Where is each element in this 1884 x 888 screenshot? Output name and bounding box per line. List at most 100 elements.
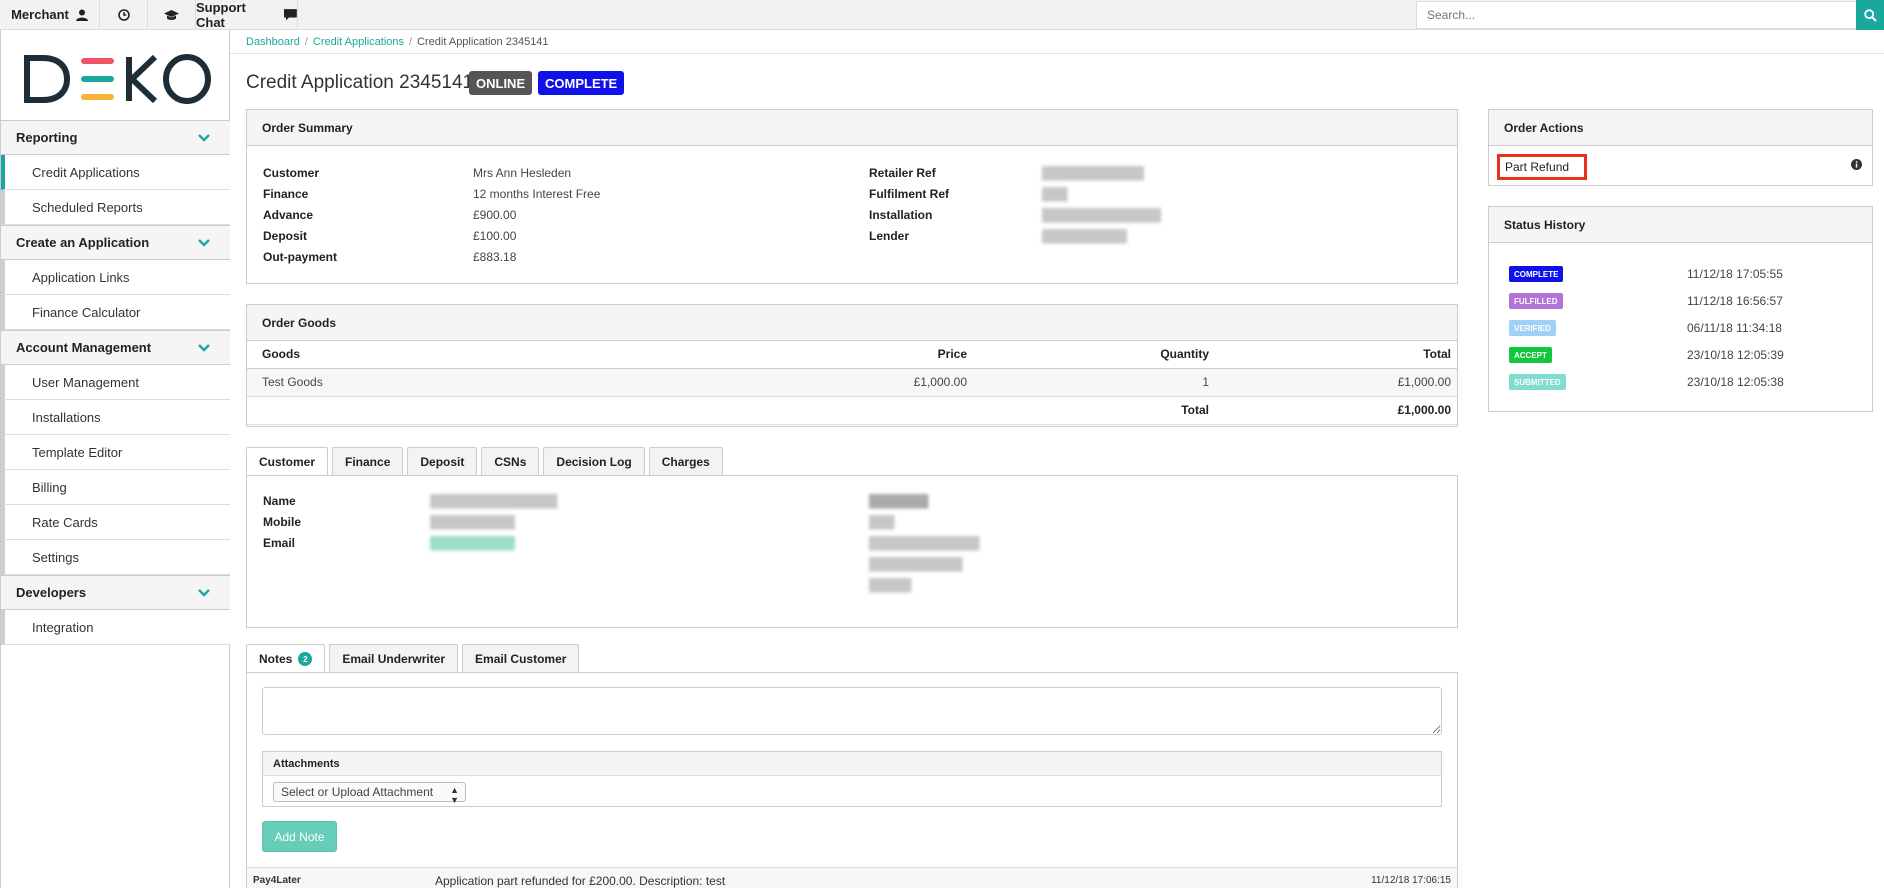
summary-label-installation: Installation [869, 208, 933, 222]
note-text: Application part refunded for £200.00. D… [435, 874, 726, 888]
breadcrumb-credit-applications[interactable]: Credit Applications [313, 36, 404, 48]
tab-decision-log[interactable]: Decision Log [543, 447, 645, 475]
address-line-redacted: ███ [869, 515, 895, 529]
sidebar-group-reporting[interactable]: Reporting [1, 120, 230, 155]
sidebar-group-create-application[interactable]: Create an Application [1, 225, 230, 260]
sidebar-item-billing[interactable]: Billing [1, 470, 230, 505]
address-line-redacted: █████ [869, 578, 912, 592]
summary-value-lender-redacted: ██████████ [1042, 229, 1128, 243]
tab-notes[interactable]: Notes 2 [246, 644, 326, 673]
customer-label-mobile: Mobile [263, 515, 301, 529]
history-badge-accept: ACCEPT [1509, 347, 1552, 363]
training-button[interactable] [148, 0, 196, 29]
chevron-down-icon [198, 588, 210, 597]
breadcrumb-separator: / [304, 36, 308, 48]
sidebar-item-finance-calculator[interactable]: Finance Calculator [1, 295, 230, 330]
clock-icon [117, 8, 130, 21]
graduation-cap-icon [164, 9, 179, 20]
summary-label-lender: Lender [869, 229, 910, 243]
summary-value-deposit: £100.00 [473, 229, 517, 243]
summary-label-out-payment: Out-payment [263, 250, 338, 264]
order-summary-title: Order Summary [247, 110, 1457, 146]
summary-value-finance: 12 months Interest Free [473, 187, 601, 201]
sidebar-item-credit-applications[interactable]: Credit Applications [1, 155, 230, 190]
order-summary-labels-right: Retailer Ref Fulfilment Ref Installation… [869, 163, 1029, 247]
order-actions-panel: Order Actions Part Refund [1488, 109, 1873, 186]
notes-tabs: Notes 2 Email Underwriter Email Customer [246, 644, 580, 673]
sidebar-group-account-management[interactable]: Account Management [1, 330, 230, 365]
sidebar-item-installations[interactable]: Installations [1, 400, 230, 435]
search-input[interactable] [1416, 1, 1856, 29]
sidebar-group-label: Account Management [16, 340, 152, 355]
summary-label-advance: Advance [263, 208, 314, 222]
summary-label-fulfilment-ref: Fulfilment Ref [869, 187, 949, 201]
empty-cell [737, 396, 973, 425]
column-header-total: Total [1215, 341, 1457, 369]
note-textarea[interactable] [262, 687, 1442, 735]
add-note-button[interactable]: Add Note [262, 821, 337, 852]
summary-value-retailer-ref-redacted: ████████████ [1042, 166, 1145, 180]
tab-csns[interactable]: CSNs [481, 447, 540, 475]
attachment-select[interactable]: Select or Upload Attachment ▲ ▼ [273, 782, 466, 805]
history-time: 23/10/18 12:05:39 [1687, 348, 1784, 362]
search-button[interactable] [1856, 0, 1884, 30]
sidebar-item-label: Settings [32, 549, 79, 565]
customer-label-name: Name [263, 494, 296, 508]
sidebar-item-application-links[interactable]: Application Links [1, 260, 230, 295]
sidebar-item-template-editor[interactable]: Template Editor [1, 435, 230, 470]
summary-value-installation-redacted: ██████████████ [1042, 208, 1162, 222]
sidebar-group-developers[interactable]: Developers [1, 575, 230, 610]
part-refund-label: Part Refund [1505, 160, 1570, 174]
order-goods-panel: Order Goods Goods Price Quantity Total T… [246, 304, 1458, 427]
sidebar-item-label: Billing [32, 479, 67, 495]
tab-email-customer[interactable]: Email Customer [462, 644, 580, 672]
select-arrows-icon: ▲ ▼ [450, 785, 459, 805]
note-author: Pay4Later [253, 875, 301, 886]
sidebar-item-label: User Management [32, 374, 139, 390]
user-icon [75, 9, 88, 21]
tab-charges[interactable]: Charges [648, 447, 723, 475]
sidebar-item-rate-cards[interactable]: Rate Cards [1, 505, 230, 540]
sidebar-item-user-management[interactable]: User Management [1, 365, 230, 400]
customer-label-email: Email [263, 536, 296, 550]
summary-value-customer: Mrs Ann Hesleden [473, 166, 572, 180]
sidebar-item-integration[interactable]: Integration [1, 610, 230, 645]
deko-logo[interactable] [23, 52, 213, 106]
footer-total-label: Total [973, 396, 1215, 425]
part-refund-button[interactable]: Part Refund [1497, 154, 1587, 180]
column-header-price: Price [737, 341, 973, 369]
tab-deposit[interactable]: Deposit [407, 447, 478, 475]
sidebar-nav: Reporting Credit Applications Scheduled … [1, 120, 230, 645]
history-time: 11/12/18 16:56:57 [1687, 294, 1783, 308]
page-title: Credit Application 2345141 [246, 72, 474, 93]
sidebar-item-settings[interactable]: Settings [1, 540, 230, 575]
tab-email-underwriter[interactable]: Email Underwriter [329, 644, 459, 672]
table-row: Test Goods £1,000.00 1 £1,000.00 [247, 368, 1457, 397]
tab-finance[interactable]: Finance [332, 447, 404, 475]
sidebar-item-label: Credit Applications [32, 164, 140, 180]
summary-label-finance: Finance [263, 187, 309, 201]
table-header-row: Goods Price Quantity Total [247, 341, 1457, 369]
order-summary-panel: Order Summary Customer Finance Advance D… [246, 109, 1458, 284]
support-chat-button[interactable]: Support Chat [196, 0, 298, 30]
summary-label-customer: Customer [263, 166, 320, 180]
history-badge-submitted: SUBMITTED [1509, 374, 1566, 390]
history-time: 11/12/18 17:05:55 [1687, 267, 1783, 281]
sidebar-group-label: Create an Application [16, 235, 150, 250]
summary-label-deposit: Deposit [263, 229, 308, 243]
history-badge-verified: VERIFIED [1509, 320, 1556, 336]
history-button[interactable] [100, 0, 148, 29]
sidebar-item-scheduled-reports[interactable]: Scheduled Reports [1, 190, 230, 225]
status-history-title: Status History [1489, 207, 1872, 243]
merchant-menu[interactable]: Merchant [0, 0, 100, 29]
info-icon[interactable] [1851, 159, 1862, 170]
summary-value-out-payment: £883.18 [473, 250, 517, 264]
status-history-panel: Status History COMPLETE 11/12/18 17:05:5… [1488, 206, 1873, 412]
chat-bubble-icon [284, 8, 297, 20]
tab-customer[interactable]: Customer [246, 447, 329, 476]
note-timestamp: 11/12/18 17:06:15 [1371, 875, 1451, 886]
notes-panel: Attachments Select or Upload Attachment … [246, 672, 1458, 888]
tab-notes-label: Notes [259, 652, 293, 666]
attachment-select-value: Select or Upload Attachment [281, 785, 434, 799]
breadcrumb-dashboard[interactable]: Dashboard [246, 36, 300, 48]
